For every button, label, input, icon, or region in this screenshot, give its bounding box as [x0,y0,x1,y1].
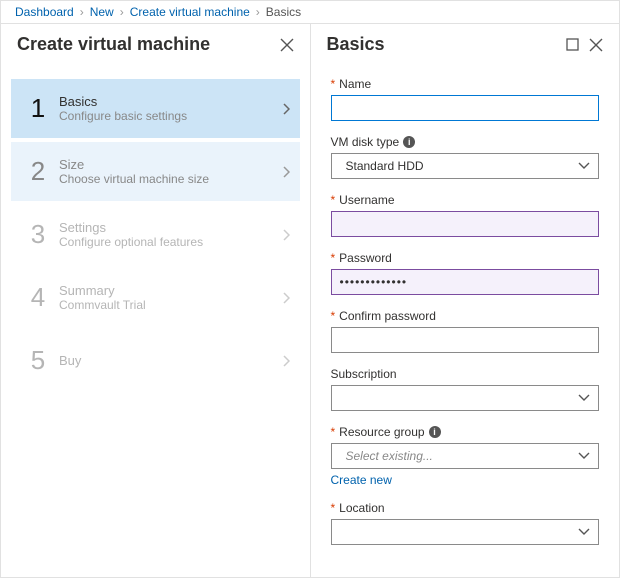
location-label: Location [339,501,384,515]
form-blade: Basics *Name VM disk typei [311,24,620,577]
required-icon: * [331,251,336,265]
step-label: Size [59,157,282,172]
disk-type-select[interactable]: Standard HDD [331,153,600,179]
chevron-down-icon [578,452,590,460]
step-number: 2 [21,156,55,187]
chevron-down-icon [578,528,590,536]
chevron-right-icon [282,292,290,304]
password-input[interactable] [331,269,600,295]
chevron-down-icon [578,162,590,170]
breadcrumb-link-new[interactable]: New [90,5,114,19]
username-label: Username [339,193,394,207]
wizard-title: Create virtual machine [17,34,280,55]
wizard-step-settings[interactable]: 3 Settings Configure optional features [11,205,300,264]
required-icon: * [331,425,336,439]
step-sub: Choose virtual machine size [59,172,282,186]
wizard-step-basics[interactable]: 1 Basics Configure basic settings [11,79,300,138]
step-number: 5 [21,345,55,376]
subscription-select[interactable] [331,385,600,411]
step-sub: Configure basic settings [59,109,282,123]
step-number: 1 [21,93,55,124]
wizard-step-size[interactable]: 2 Size Choose virtual machine size [11,142,300,201]
required-icon: * [331,77,336,91]
chevron-right-icon: › [80,5,84,19]
breadcrumb-link-create-vm[interactable]: Create virtual machine [130,5,250,19]
chevron-right-icon: › [120,5,124,19]
close-icon[interactable] [280,38,294,52]
confirm-password-label: Confirm password [339,309,436,323]
chevron-right-icon [282,355,290,367]
close-icon[interactable] [589,38,603,52]
step-number: 3 [21,219,55,250]
step-sub: Configure optional features [59,235,282,249]
chevron-right-icon [282,229,290,241]
info-icon[interactable]: i [403,136,415,148]
required-icon: * [331,501,336,515]
resource-group-select[interactable]: Select existing... [331,443,600,469]
confirm-password-input[interactable] [331,327,600,353]
chevron-right-icon [282,166,290,178]
info-icon[interactable]: i [429,426,441,438]
required-icon: * [331,309,336,323]
name-label: Name [339,77,371,91]
chevron-right-icon: › [256,5,260,19]
form-title: Basics [327,34,567,55]
chevron-down-icon [578,394,590,402]
breadcrumb: Dashboard › New › Create virtual machine… [1,1,619,24]
step-number: 4 [21,282,55,313]
resource-group-label: Resource group [339,425,424,439]
create-new-link[interactable]: Create new [331,473,392,487]
step-sub: Commvault Trial [59,298,282,312]
step-label: Buy [59,353,282,368]
wizard-step-summary[interactable]: 4 Summary Commvault Trial [11,268,300,327]
password-label: Password [339,251,392,265]
wizard-step-buy[interactable]: 5 Buy [11,331,300,390]
chevron-right-icon [282,103,290,115]
breadcrumb-current: Basics [266,5,301,19]
required-icon: * [331,193,336,207]
disk-type-label: VM disk type [331,135,400,149]
disk-type-value: Standard HDD [340,159,424,173]
breadcrumb-link-dashboard[interactable]: Dashboard [15,5,74,19]
wizard-blade: Create virtual machine 1 Basics Configur… [1,24,311,577]
maximize-icon[interactable] [566,38,579,51]
step-label: Summary [59,283,282,298]
name-input[interactable] [331,95,600,121]
step-label: Basics [59,94,282,109]
username-input[interactable] [331,211,600,237]
location-select[interactable] [331,519,600,545]
resource-group-value: Select existing... [340,449,433,463]
step-label: Settings [59,220,282,235]
subscription-label: Subscription [331,367,397,381]
